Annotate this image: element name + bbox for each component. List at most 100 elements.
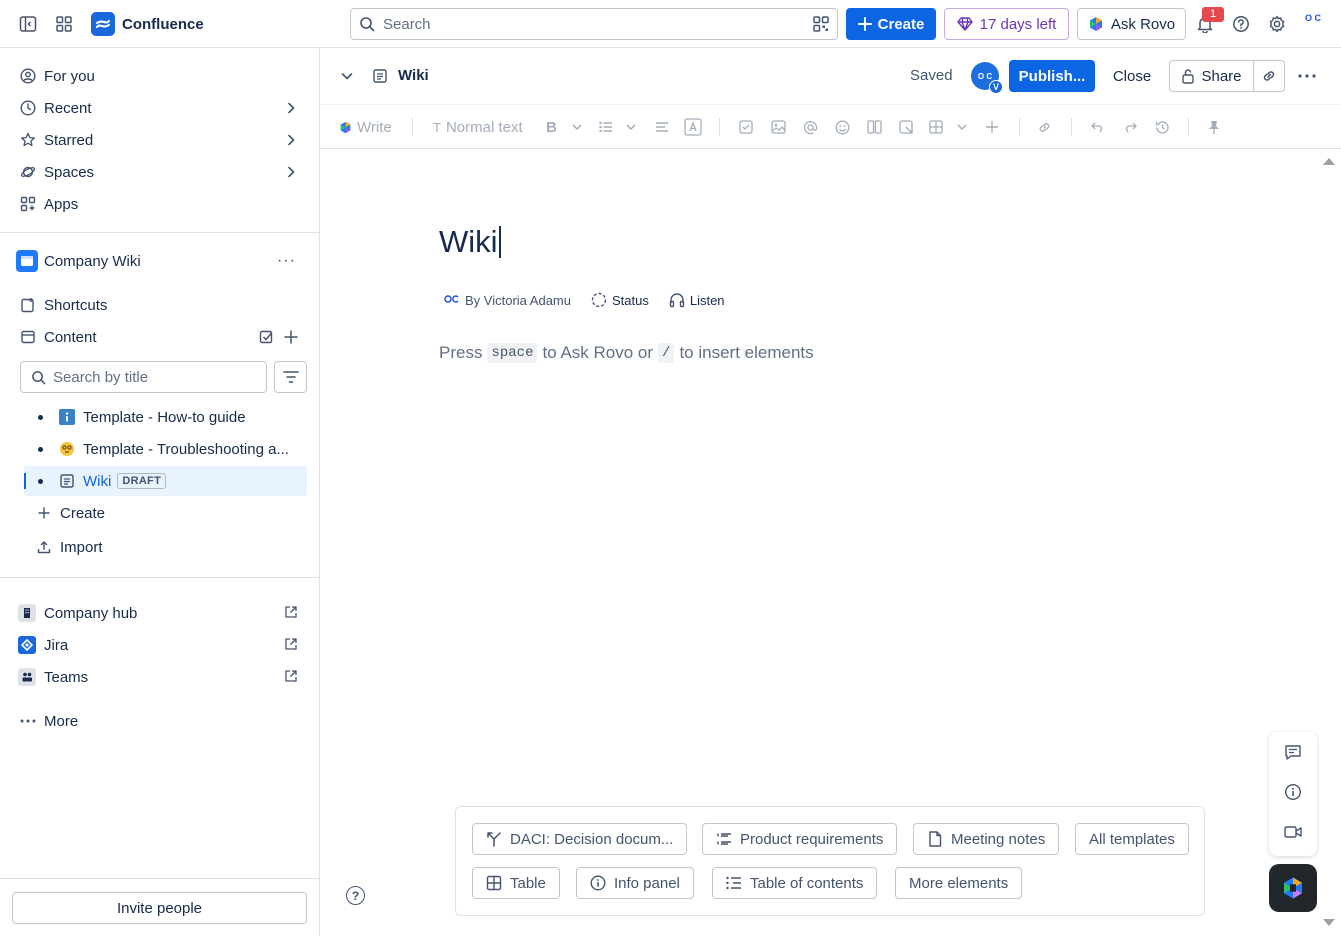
page-title[interactable]: Wiki — [439, 224, 501, 260]
more-elements-button[interactable]: More elements — [895, 867, 1023, 899]
image-icon[interactable] — [771, 117, 786, 137]
space-more-icon[interactable]: ··· — [277, 252, 296, 270]
scroll-up-arrow-icon[interactable] — [1322, 156, 1336, 166]
bullet-list-icon[interactable] — [599, 117, 613, 137]
info-icon[interactable] — [1283, 782, 1303, 802]
listen-button[interactable]: Listen — [669, 292, 725, 308]
redo-icon[interactable] — [1123, 117, 1137, 137]
sidebar-toggle-icon[interactable] — [16, 12, 40, 36]
table-icon[interactable] — [929, 117, 943, 137]
collaborator-avatar[interactable]: O C V — [971, 62, 1003, 94]
close-button[interactable]: Close — [1105, 60, 1159, 92]
text-style-dropdown[interactable]: T Normal text — [433, 117, 523, 137]
template-product-requirements-button[interactable]: Product requirements — [702, 823, 898, 855]
add-task-icon[interactable] — [259, 329, 275, 345]
space-header-company-wiki[interactable]: Company Wiki ··· — [12, 246, 308, 276]
search-by-title-input[interactable] — [53, 368, 253, 386]
template-label: DACI: Decision docum... — [510, 830, 674, 848]
headphones-icon — [669, 292, 685, 308]
copy-link-button[interactable] — [1253, 60, 1285, 92]
help-icon[interactable] — [1229, 12, 1253, 36]
chevron-down-icon[interactable] — [340, 69, 354, 83]
import-label: Import — [60, 538, 103, 556]
chevron-right-icon[interactable] — [284, 165, 298, 179]
link-icon[interactable] — [1037, 117, 1052, 137]
insert-table-button[interactable]: Table — [472, 867, 560, 899]
rovo-chat-button[interactable] — [1269, 864, 1317, 912]
search-input[interactable] — [383, 15, 837, 33]
macro-icon[interactable] — [899, 117, 914, 137]
video-icon[interactable] — [1283, 822, 1303, 842]
pin-icon[interactable] — [1208, 117, 1220, 137]
create-button[interactable]: Create — [846, 8, 936, 40]
search-filter-icon[interactable] — [813, 16, 829, 32]
status-button[interactable]: Status — [591, 292, 649, 308]
confluence-logo[interactable]: Confluence — [91, 12, 204, 36]
global-search[interactable] — [350, 8, 838, 40]
sidebar-item-content[interactable]: Content — [12, 322, 308, 352]
publish-button[interactable]: Publish... — [1009, 60, 1095, 92]
sidebar-create[interactable]: Create — [28, 498, 307, 528]
history-icon[interactable] — [1155, 117, 1170, 137]
sidebar-item-shortcuts[interactable]: Shortcuts — [12, 290, 308, 320]
sidebar-item-company-hub[interactable]: Company hub — [12, 598, 308, 628]
tree-item-howto-guide[interactable]: Template - How-to guide — [24, 402, 307, 432]
align-icon[interactable] — [655, 117, 669, 137]
ask-rovo-button[interactable]: Ask Rovo — [1077, 8, 1186, 40]
chevron-down-icon[interactable] — [956, 117, 968, 137]
undo-icon[interactable] — [1091, 117, 1105, 137]
all-templates-button[interactable]: All templates — [1075, 823, 1189, 855]
sidebar-item-apps[interactable]: Apps — [12, 189, 308, 219]
sidebar-item-jira[interactable]: Jira — [12, 630, 308, 660]
sidebar-item-more[interactable]: More — [12, 706, 308, 736]
tree-bullet — [38, 478, 43, 484]
template-daci-button[interactable]: DACI: Decision docum... — [472, 823, 688, 855]
template-meeting-notes-button[interactable]: Meeting notes — [913, 823, 1060, 855]
insert-toc-button[interactable]: Table of contents — [712, 867, 878, 899]
emoji-icon[interactable] — [835, 117, 850, 137]
insert-plus-icon[interactable] — [985, 117, 999, 137]
tree-item-wiki[interactable]: Wiki DRAFT — [24, 466, 307, 496]
sidebar-import[interactable]: Import — [28, 532, 307, 562]
chevron-right-icon[interactable] — [284, 101, 298, 115]
comment-icon[interactable] — [1283, 742, 1303, 762]
write-rovo-button[interactable]: Write — [339, 117, 392, 137]
planet-icon — [20, 164, 36, 180]
scroll-down-arrow-icon[interactable] — [1322, 918, 1336, 928]
settings-gear-icon[interactable] — [1265, 12, 1289, 36]
user-avatar[interactable]: O C — [1300, 13, 1326, 35]
sidebar-item-for-you[interactable]: For you — [12, 61, 308, 91]
mention-icon[interactable] — [803, 117, 818, 137]
content-search[interactable] — [20, 361, 267, 393]
apps-grid-icon — [20, 196, 36, 212]
more-actions-icon[interactable] — [1295, 60, 1319, 92]
editor-breadcrumb[interactable]: Wiki — [372, 67, 429, 84]
sidebar-item-recent[interactable]: Recent — [12, 93, 308, 123]
checkbox-icon[interactable] — [739, 117, 753, 137]
sidebar-item-teams[interactable]: Teams — [12, 662, 308, 692]
share-button[interactable]: Share — [1169, 60, 1254, 92]
bold-icon[interactable]: B — [546, 117, 557, 137]
chevron-down-icon[interactable] — [625, 117, 637, 137]
insert-info-panel-button[interactable]: Info panel — [576, 867, 694, 899]
add-content-icon[interactable] — [283, 329, 299, 345]
shortcut-icon — [20, 297, 36, 313]
columns-icon[interactable] — [867, 117, 882, 137]
sidebar-item-starred[interactable]: Starred — [12, 125, 308, 155]
app-switcher-icon[interactable] — [52, 12, 76, 36]
info-icon — [590, 875, 606, 891]
sidebar-item-spaces[interactable]: Spaces — [12, 157, 308, 187]
chevron-down-icon[interactable] — [571, 117, 583, 137]
user-circle-icon — [20, 68, 36, 84]
editor-placeholder[interactable]: Press space to Ask Rovo or / to insert e… — [439, 343, 814, 363]
template-label: Info panel — [614, 874, 680, 892]
invite-people-button[interactable]: Invite people — [12, 892, 307, 924]
trial-button[interactable]: 17 days left — [944, 8, 1069, 40]
tree-item-troubleshooting[interactable]: Template - Troubleshooting a... — [24, 434, 307, 464]
rovo-icon — [1088, 16, 1104, 32]
chevron-right-icon[interactable] — [284, 133, 298, 147]
author[interactable]: By Victoria Adamu — [444, 293, 571, 308]
text-color-icon[interactable] — [684, 117, 702, 137]
filter-button[interactable] — [274, 361, 307, 393]
help-question-icon[interactable]: ? — [346, 886, 365, 905]
